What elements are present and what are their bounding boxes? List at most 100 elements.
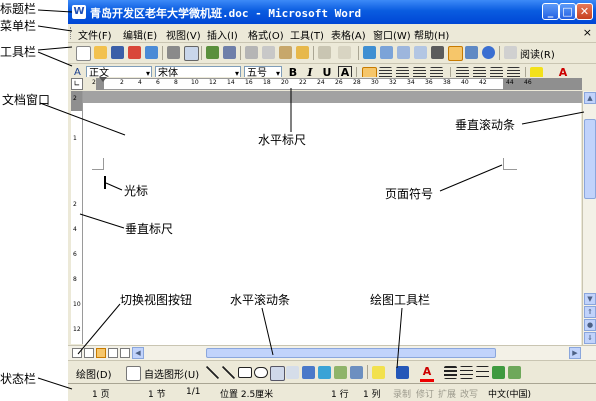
paste-icon[interactable] [279, 46, 292, 59]
close-button[interactable]: ✕ [576, 3, 593, 20]
menu-window[interactable]: 窗口(W) [373, 27, 411, 42]
open-folder-icon[interactable] [94, 46, 107, 59]
vertical-textbox-icon[interactable] [286, 366, 299, 379]
maximize-button[interactable]: □ [559, 3, 576, 20]
web-layout-view-icon[interactable] [84, 348, 94, 358]
shadow-style-icon[interactable] [492, 366, 505, 379]
autoshapes-button[interactable]: 自选图形(U) [144, 366, 199, 381]
clipart-icon[interactable] [334, 366, 347, 379]
tab-selector-icon[interactable]: ∟ [71, 78, 83, 90]
next-page-icon[interactable]: ⇓ [584, 332, 596, 344]
help-icon[interactable] [482, 46, 495, 59]
select-objects-icon[interactable] [126, 366, 141, 381]
label-cursor: 光标 [124, 184, 149, 198]
menu-file[interactable]: 文件(F) [78, 27, 112, 42]
menu-format[interactable]: 格式(O) [248, 27, 284, 42]
menu-help[interactable]: 帮助(H) [414, 27, 449, 42]
line-tool-icon[interactable] [206, 366, 219, 379]
oval-tool-icon[interactable] [254, 367, 268, 378]
menu-bar: 文件(F) 编辑(E) 视图(V) 插入(I) 格式(O) 工具(T) 表格(A… [68, 24, 596, 43]
dash-style-icon[interactable] [460, 366, 473, 379]
status-page-of: 1/1 [186, 387, 201, 397]
menu-insert[interactable]: 插入(I) [207, 27, 238, 42]
menu-view[interactable]: 视图(V) [166, 27, 201, 42]
spelling-icon[interactable] [206, 46, 219, 59]
scroll-down-icon[interactable]: ▼ [584, 293, 596, 305]
horizontal-scroll-thumb[interactable] [206, 348, 496, 358]
copy-icon[interactable] [262, 46, 275, 59]
status-trk[interactable]: 修订 [416, 387, 434, 400]
status-ext[interactable]: 扩展 [438, 387, 456, 400]
insert-table-icon[interactable] [397, 46, 410, 59]
print-preview-icon[interactable] [184, 46, 199, 61]
drawing-toolbar: 绘图(D) 自选图形(U) A [68, 360, 596, 383]
cut-icon[interactable] [245, 46, 258, 59]
label-document-window: 文档窗口 [2, 93, 51, 107]
document-map-icon[interactable] [465, 46, 478, 59]
insert-excel-icon[interactable] [414, 46, 427, 59]
insert-picture-icon[interactable] [350, 366, 363, 379]
read-icon[interactable] [504, 46, 517, 59]
menu-edit[interactable]: 编辑(E) [123, 27, 157, 42]
wordart-icon[interactable] [302, 366, 315, 379]
scroll-left-icon[interactable]: ◀ [132, 347, 144, 359]
vertical-scrollbar[interactable]: ▲ ▼ ⇑ ● ⇓ [582, 91, 596, 345]
outline-view-icon[interactable] [108, 348, 118, 358]
ruler-tick: 30 [371, 79, 379, 86]
menubar-grip[interactable] [70, 27, 74, 39]
hyperlink-icon[interactable] [363, 46, 376, 59]
status-ovr[interactable]: 改写 [460, 387, 478, 400]
permission-icon[interactable] [128, 46, 141, 59]
arrow-tool-icon[interactable] [222, 366, 235, 379]
ruler-tick: 8 [174, 79, 178, 86]
line-style-icon[interactable] [444, 366, 457, 379]
page-corner-mark [92, 169, 104, 170]
print-icon[interactable] [167, 46, 180, 59]
rectangle-tool-icon[interactable] [238, 367, 252, 378]
3d-style-icon[interactable] [508, 366, 521, 379]
menu-table[interactable]: 表格(A) [331, 27, 366, 42]
new-document-icon[interactable] [76, 46, 91, 61]
ruler-tick: 42 [479, 79, 487, 86]
format-painter-icon[interactable] [296, 46, 309, 59]
title-bar[interactable]: W 青岛开发区老年大学微机班.doc - Microsoft Word _ □ … [68, 0, 596, 24]
drawing-toggle-icon[interactable] [448, 46, 463, 61]
close-document-icon[interactable]: × [583, 26, 592, 39]
previous-page-icon[interactable]: ⇑ [584, 306, 596, 318]
normal-view-icon[interactable] [72, 348, 82, 358]
print-layout-view-icon[interactable] [96, 348, 106, 358]
fill-color-icon[interactable] [372, 366, 385, 379]
draw-menu-button[interactable]: 绘图(D) [76, 366, 112, 381]
menu-tools[interactable]: 工具(T) [290, 27, 324, 42]
redo-icon[interactable] [338, 46, 351, 59]
scroll-right-icon[interactable]: ▶ [569, 347, 581, 359]
read-button[interactable]: 阅读(R) [520, 46, 555, 61]
email-icon[interactable] [145, 46, 158, 59]
vertical-ruler[interactable]: 2 1 2 4 6 8 10 12 [71, 91, 83, 344]
horizontal-ruler[interactable]: ∟ 2 2 4 6 8 10 12 14 16 18 20 22 24 26 2… [68, 77, 596, 91]
research-icon[interactable] [223, 46, 236, 59]
first-line-indent-marker[interactable] [99, 77, 107, 82]
textbox-tool-icon[interactable] [270, 366, 285, 381]
diagram-icon[interactable] [318, 366, 331, 379]
draw-font-color-button[interactable]: A [420, 365, 434, 382]
arrow-style-icon[interactable] [476, 366, 489, 379]
ruler-tick: 6 [73, 251, 77, 258]
ruler-tick: 10 [73, 301, 81, 308]
tables-borders-icon[interactable] [380, 46, 393, 59]
columns-icon[interactable] [431, 46, 444, 59]
line-color-icon[interactable] [396, 366, 409, 379]
reading-layout-view-icon[interactable] [120, 348, 130, 358]
word-app-icon[interactable]: W [72, 5, 86, 19]
ruler-tick: 2 [73, 201, 77, 208]
browse-object-icon[interactable]: ● [584, 319, 596, 331]
status-rec[interactable]: 录制 [393, 387, 411, 400]
horizontal-scrollbar[interactable]: ◀ ▶ [68, 345, 596, 360]
minimize-button[interactable]: _ [542, 3, 559, 20]
undo-icon[interactable] [318, 46, 331, 59]
scroll-up-icon[interactable]: ▲ [584, 92, 596, 104]
save-icon[interactable] [111, 46, 124, 59]
ruler-tick: 26 [335, 79, 343, 86]
ruler-tick: 4 [73, 226, 77, 233]
vertical-scroll-thumb[interactable] [584, 119, 596, 199]
